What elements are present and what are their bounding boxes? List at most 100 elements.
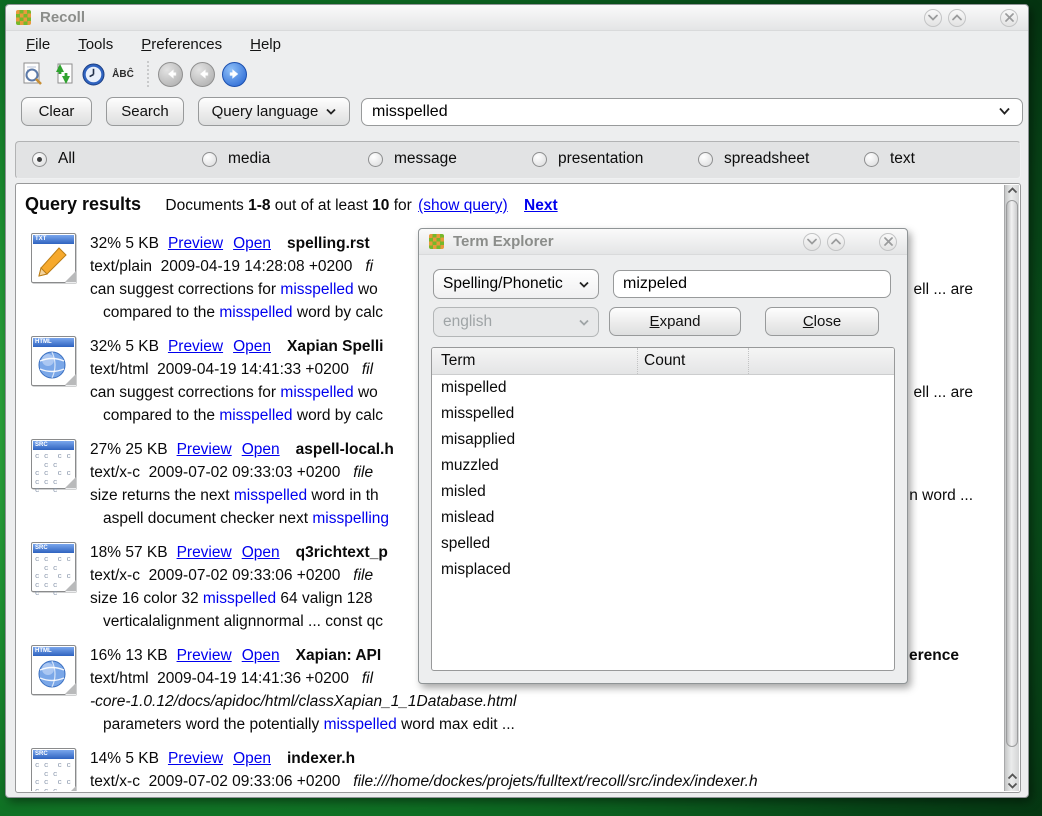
term-row[interactable]: spelled bbox=[432, 531, 894, 557]
file-type-icon-source: SRC c c c c c c c c c c c c c c c bbox=[31, 439, 76, 489]
snippet-fragment: ell ... are bbox=[914, 278, 973, 301]
preview-link[interactable]: Preview bbox=[168, 338, 223, 355]
query-language-select[interactable]: Query language bbox=[198, 97, 350, 126]
chevron-down-icon bbox=[579, 281, 589, 288]
minimize-button[interactable] bbox=[924, 9, 942, 27]
open-link[interactable]: Open bbox=[233, 338, 271, 355]
snippet-fragment: n word ... bbox=[909, 484, 973, 507]
result-title: indexer.h bbox=[287, 750, 355, 767]
term-row[interactable]: misspelled bbox=[432, 401, 894, 427]
search-button[interactable]: Search bbox=[106, 97, 184, 126]
radio-icon[interactable] bbox=[202, 152, 217, 167]
history-clock-icon[interactable] bbox=[78, 60, 108, 88]
nav-forward-icon[interactable] bbox=[222, 62, 247, 87]
result-snippet: can suggest corrections for misspelled w… bbox=[90, 281, 378, 298]
results-scrollbar[interactable] bbox=[1004, 185, 1019, 791]
desktop: Recoll File Tools Preferences Help bbox=[0, 0, 1042, 816]
dialog-close-button[interactable] bbox=[879, 233, 897, 251]
term-input[interactable] bbox=[613, 270, 891, 298]
open-link[interactable]: Open bbox=[233, 235, 271, 252]
term-row[interactable]: misplaced bbox=[432, 557, 894, 583]
open-link[interactable]: Open bbox=[242, 647, 280, 664]
result-stats: 27% 25 KB bbox=[90, 441, 168, 458]
scroll-up-icon[interactable] bbox=[1007, 187, 1018, 194]
results-title: Query results bbox=[25, 194, 141, 214]
radio-icon[interactable] bbox=[368, 152, 383, 167]
preview-link[interactable]: Preview bbox=[168, 235, 223, 252]
result-meta: text/x-c 2009-07-02 09:33:06 +0200 file:… bbox=[90, 770, 1003, 791]
filter-message[interactable]: message bbox=[368, 150, 457, 168]
filter-media[interactable]: media bbox=[202, 150, 270, 168]
result-title: Xapian: API bbox=[296, 647, 382, 664]
language-select: english bbox=[433, 307, 599, 337]
radio-icon[interactable] bbox=[32, 152, 47, 167]
result-url: -core-1.0.12/docs/apidoc/html/classXapia… bbox=[90, 690, 1003, 713]
result-title: Xapian Spelli bbox=[287, 338, 383, 355]
nav-back-icon[interactable] bbox=[158, 62, 183, 87]
term-table: Term Count mispelledmisspelledmisapplied… bbox=[431, 347, 895, 671]
clear-button[interactable]: Clear bbox=[21, 97, 92, 126]
result-title: spelling.rst bbox=[287, 235, 370, 252]
file-type-icon-text: TXT bbox=[31, 233, 76, 283]
term-row[interactable]: misled bbox=[432, 479, 894, 505]
maximize-button[interactable] bbox=[948, 9, 966, 27]
menu-help[interactable]: Help bbox=[250, 36, 281, 53]
chevron-down-icon[interactable] bbox=[999, 107, 1010, 115]
result-snippet: parameters word the potentially misspell… bbox=[90, 713, 1003, 736]
term-row[interactable]: misapplied bbox=[432, 427, 894, 453]
open-link[interactable]: Open bbox=[233, 750, 271, 767]
menu-file[interactable]: File bbox=[26, 36, 50, 53]
result-stats: 32% 5 KB bbox=[90, 338, 159, 355]
title-fragment: erence bbox=[909, 644, 959, 667]
menu-preferences[interactable]: Preferences bbox=[141, 36, 222, 53]
result-stats: 18% 57 KB bbox=[90, 544, 168, 561]
open-link[interactable]: Open bbox=[242, 544, 280, 561]
expansion-mode-select[interactable]: Spelling/Phonetic bbox=[433, 269, 599, 299]
show-query-link[interactable]: (show query) bbox=[418, 197, 508, 214]
update-index-icon[interactable] bbox=[48, 60, 78, 88]
preview-link[interactable]: Preview bbox=[177, 441, 232, 458]
filter-all[interactable]: All bbox=[32, 150, 75, 168]
filter-spreadsheet[interactable]: spreadsheet bbox=[698, 150, 809, 168]
preview-link[interactable]: Preview bbox=[168, 750, 223, 767]
title-bar[interactable]: Recoll bbox=[6, 5, 1028, 31]
nav-back-icon[interactable] bbox=[190, 62, 215, 87]
filter-presentation[interactable]: presentation bbox=[532, 150, 643, 168]
preview-link[interactable]: Preview bbox=[177, 647, 232, 664]
term-explorer-dialog: Term Explorer Spelling/Phonetic english … bbox=[418, 228, 908, 684]
scroll-up-icon[interactable] bbox=[1007, 773, 1018, 780]
spell-term-explorer-icon[interactable]: ÅBĈ bbox=[108, 60, 138, 88]
recoll-app-icon bbox=[429, 234, 444, 249]
dialog-title-bar[interactable]: Term Explorer bbox=[419, 229, 907, 255]
dialog-minimize-button[interactable] bbox=[803, 233, 821, 251]
result-stats: 32% 5 KB bbox=[90, 235, 159, 252]
term-row[interactable]: muzzled bbox=[432, 453, 894, 479]
search-row: Clear Search Query language bbox=[6, 97, 1028, 129]
dialog-close-action-button[interactable]: Close bbox=[765, 307, 879, 336]
file-type-icon-source: SRC c c c c c c c c c c c c c c c bbox=[31, 748, 76, 791]
radio-icon[interactable] bbox=[698, 152, 713, 167]
term-row[interactable]: mislead bbox=[432, 505, 894, 531]
menu-tools[interactable]: Tools bbox=[78, 36, 113, 53]
filter-text[interactable]: text bbox=[864, 150, 915, 168]
file-type-icon-html: HTML bbox=[31, 336, 76, 386]
scrollbar-thumb[interactable] bbox=[1006, 200, 1018, 747]
column-header-term[interactable]: Term bbox=[432, 352, 637, 370]
dialog-maximize-button[interactable] bbox=[827, 233, 845, 251]
scroll-down-icon[interactable] bbox=[1007, 782, 1018, 789]
term-list: mispelledmisspelledmisappliedmuzzledmisl… bbox=[432, 375, 894, 583]
radio-icon[interactable] bbox=[864, 152, 879, 167]
open-link[interactable]: Open bbox=[242, 441, 280, 458]
preview-link[interactable]: Preview bbox=[177, 544, 232, 561]
next-page-link[interactable]: Next bbox=[524, 197, 558, 214]
column-header-count[interactable]: Count bbox=[637, 348, 749, 374]
result-item: SRC c c c c c c c c c c c c c c c 14% 5 … bbox=[25, 747, 1003, 791]
dialog-title: Term Explorer bbox=[453, 233, 554, 250]
search-input[interactable] bbox=[361, 98, 1023, 126]
document-preview-icon[interactable] bbox=[18, 60, 48, 88]
radio-icon[interactable] bbox=[532, 152, 547, 167]
term-row[interactable]: mispelled bbox=[432, 375, 894, 401]
expand-button[interactable]: Expand bbox=[609, 307, 741, 336]
result-stats: 14% 5 KB bbox=[90, 750, 159, 767]
close-button[interactable] bbox=[1000, 9, 1018, 27]
